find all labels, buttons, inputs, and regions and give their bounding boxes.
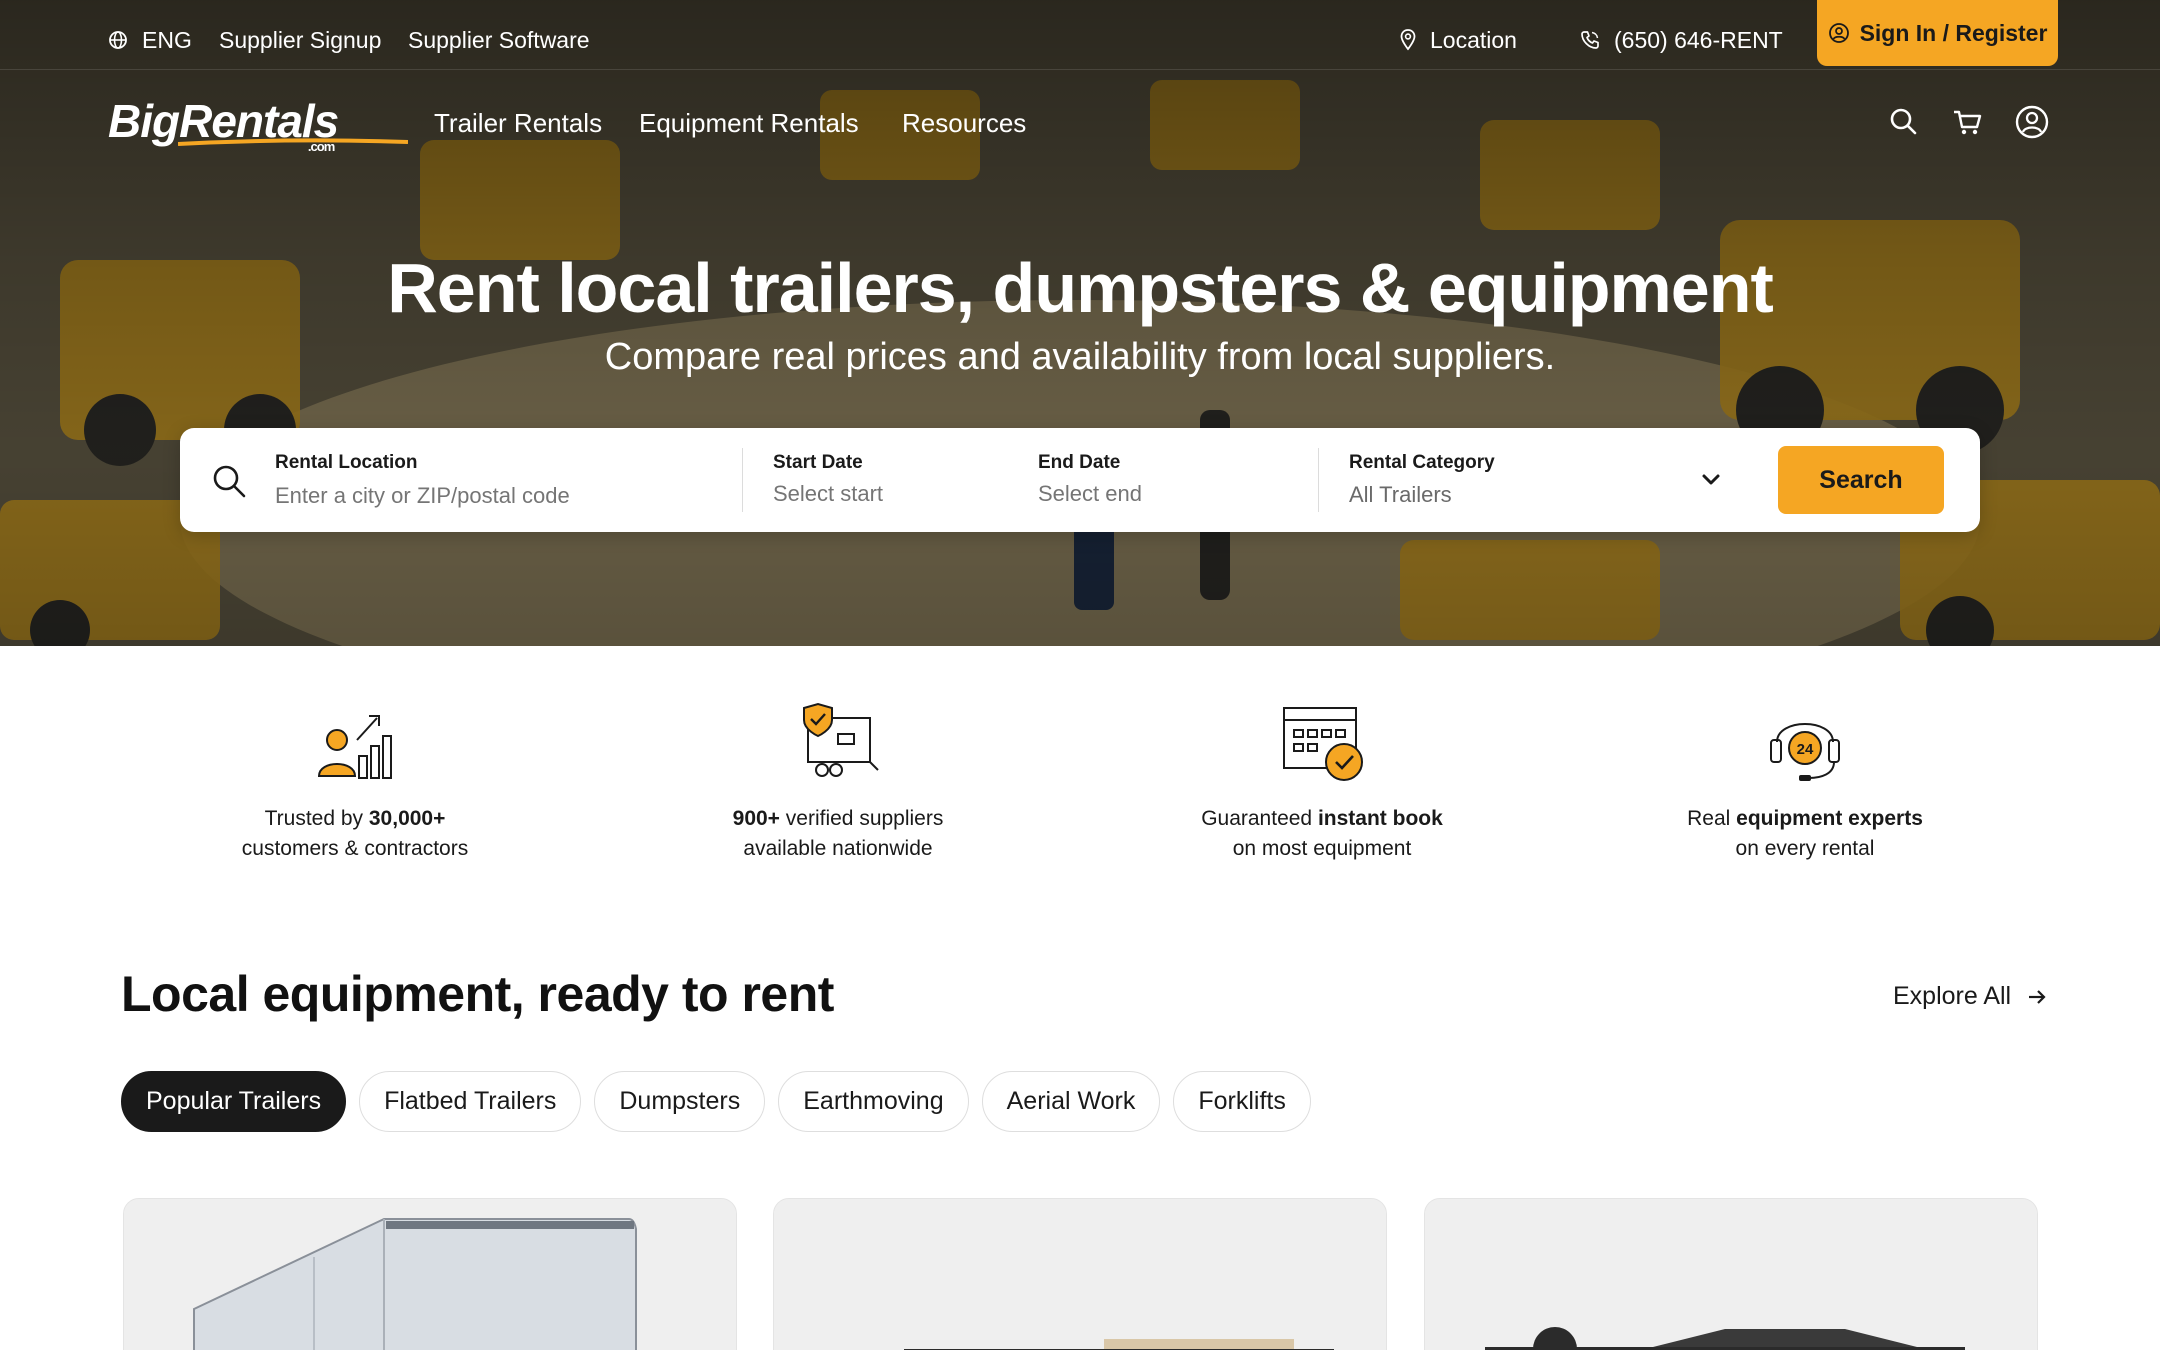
category-tabs: Popular Trailers Flatbed Trailers Dumpst… (121, 1071, 1324, 1132)
utility-trailer-image (1425, 1199, 2037, 1350)
hero-title: Rent local trailers, dumpsters & equipme… (387, 249, 1774, 327)
phone-link[interactable]: (650) 646-RENT (1580, 22, 1783, 58)
product-card[interactable] (1424, 1198, 2038, 1350)
feature-instant-book-line1: Guaranteed instant book (1201, 807, 1443, 830)
feature-experts: 24 Real equipment experts on every renta… (1625, 700, 1985, 864)
start-date-input[interactable] (773, 478, 973, 510)
explore-all-link[interactable]: Explore All (1893, 982, 2047, 1011)
feature-experts-line2: on every rental (1735, 837, 1875, 860)
enclosed-trailer-image (124, 1199, 736, 1350)
rental-category-select[interactable]: All Trailers (1349, 482, 1452, 508)
location-label: Location (1430, 26, 1517, 53)
feature-trusted-line2: customers & contractors (241, 837, 469, 860)
arrow-right-icon (2029, 989, 2046, 1004)
feature-suppliers: 900+ verified suppliers available nation… (658, 700, 1018, 864)
search-icon[interactable] (1886, 104, 1922, 140)
signin-label: Sign In / Register (1859, 19, 2048, 46)
feature-suppliers-line2: available nationwide (743, 837, 933, 860)
phone-label: (650) 646-RENT (1614, 26, 1783, 53)
flatbed-trailer-image (774, 1199, 1386, 1350)
verified-suppliers-icon (803, 702, 879, 777)
end-date-label: End Date (1038, 452, 1121, 473)
phone-icon (1581, 31, 1599, 49)
section-title: Local equipment, ready to rent (121, 966, 834, 1022)
logo-suffix: .com (307, 139, 335, 154)
explore-all-label: Explore All (1893, 982, 2012, 1010)
feature-suppliers-line1: 900+ verified suppliers (732, 807, 944, 830)
cart-icon[interactable] (1950, 104, 1986, 140)
nav-trailer-rentals[interactable]: Trailer Rentals (434, 108, 602, 140)
support-24-icon: 24 (1770, 723, 1840, 781)
search-icon (213, 465, 246, 498)
rental-location-input[interactable] (275, 480, 715, 512)
end-date-input[interactable] (1038, 478, 1238, 510)
supplier-signup-link[interactable]: Supplier Signup (219, 22, 381, 58)
search-button[interactable]: Search (1778, 446, 1944, 514)
language-label: ENG (142, 26, 192, 53)
tab-forklifts[interactable]: Forklifts (1173, 1071, 1311, 1132)
product-card[interactable] (123, 1198, 737, 1350)
hero-subtitle: Compare real prices and availability fro… (604, 336, 1556, 378)
tab-earthmoving[interactable]: Earthmoving (778, 1071, 969, 1132)
support-badge-number: 24 (1797, 741, 1814, 758)
nav-resources[interactable]: Resources (902, 108, 1026, 140)
tab-popular-trailers[interactable]: Popular Trailers (121, 1071, 347, 1132)
supplier-signup-label: Supplier Signup (219, 26, 382, 53)
nav-equipment-rentals[interactable]: Equipment Rentals (639, 108, 859, 140)
supplier-software-link[interactable]: Supplier Software (408, 22, 590, 58)
chevron-down-icon[interactable] (1700, 472, 1722, 488)
hero-banner: ENG Supplier Signup Supplier Software Lo… (0, 0, 2160, 646)
language-selector[interactable]: ENG (108, 22, 192, 58)
feature-trusted-line1: Trusted by 30,000+ (264, 807, 446, 830)
tab-aerial-work[interactable]: Aerial Work (981, 1071, 1161, 1132)
feature-instant-book-line2: on most equipment (1232, 837, 1412, 860)
supplier-software-label: Supplier Software (408, 26, 590, 53)
user-circle-icon (1828, 23, 1849, 43)
feature-instant-book: Guaranteed instant book on most equipmen… (1142, 700, 1502, 864)
logo-swoosh (178, 138, 408, 146)
search-divider (742, 448, 743, 512)
rental-category-label: Rental Category (1349, 452, 1495, 473)
signin-register-button[interactable]: Sign In / Register (1817, 0, 2058, 66)
map-pin-icon (1400, 29, 1416, 51)
product-card[interactable] (773, 1198, 1387, 1350)
tab-dumpsters[interactable]: Dumpsters (594, 1071, 766, 1132)
bigrentals-logo[interactable]: BigRentals .com (108, 94, 408, 154)
globe-icon (109, 31, 127, 49)
location-link[interactable]: Location (1400, 22, 1517, 58)
search-divider (1318, 448, 1319, 512)
rental-location-label: Rental Location (275, 452, 418, 473)
instant-book-icon (1283, 707, 1363, 781)
start-date-label: Start Date (773, 452, 863, 473)
feature-experts-line1: Real equipment experts (1687, 807, 1923, 830)
trusted-customers-icon (317, 715, 392, 779)
rental-search-bar: Rental Location Start Date End Date Rent… (180, 428, 1980, 532)
tab-flatbed-trailers[interactable]: Flatbed Trailers (359, 1071, 582, 1132)
account-icon[interactable] (2014, 104, 2050, 140)
feature-trusted: Trusted by 30,000+ customers & contracto… (175, 700, 535, 864)
